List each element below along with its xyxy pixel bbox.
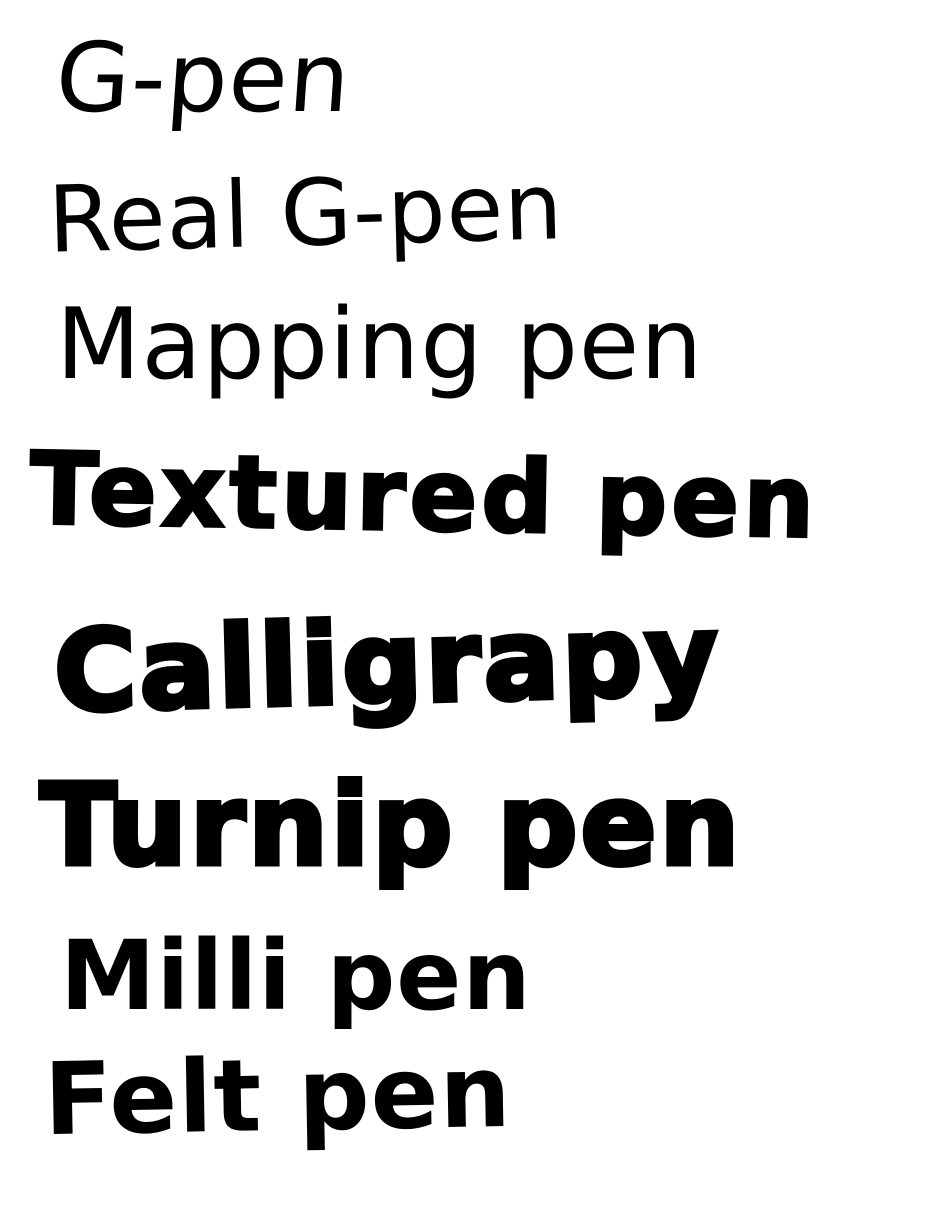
- pen-sample-milli-pen: Milli pen: [60, 920, 532, 1032]
- pen-sample-g-pen: G-pen: [52, 22, 355, 134]
- pen-sample-mapping-pen: Mapping pen: [56, 288, 704, 402]
- pen-sample-turnip-pen: Turnip pen: [37, 761, 743, 891]
- drawing-canvas: G-pen Real G-pen Mapping pen Textured pe…: [0, 0, 930, 1216]
- pen-sample-felt-pen: Felt pen: [43, 1032, 513, 1159]
- pen-sample-real-g-pen: Real G-pen: [46, 153, 565, 274]
- pen-sample-textured-pen: Textured pen: [28, 429, 821, 563]
- pen-sample-calligraphy: Calligrapy: [50, 588, 725, 740]
